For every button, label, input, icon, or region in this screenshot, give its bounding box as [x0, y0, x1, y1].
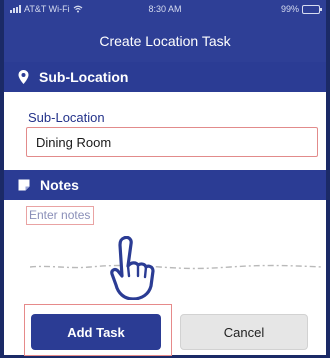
status-time: 8:30 AM	[148, 4, 182, 14]
battery-icon	[302, 4, 322, 14]
add-task-button[interactable]: Add Task	[31, 314, 161, 350]
notes-section-title: Notes	[40, 177, 79, 193]
cancel-button[interactable]: Cancel	[180, 314, 308, 350]
status-bar: AT&T Wi-Fi 8:30 AM 99%	[4, 0, 326, 20]
pointing-hand-icon	[110, 236, 155, 300]
add-task-button-label: Add Task	[67, 324, 125, 340]
sublocation-input-value: Dining Room	[36, 134, 112, 150]
page-title: Create Location Task	[99, 33, 231, 49]
notes-section-header: Notes	[4, 170, 326, 200]
battery-percent: 99%	[280, 4, 299, 14]
notes-placeholder-text: Enter notes	[29, 208, 91, 222]
notes-icon	[18, 179, 30, 191]
frame-right	[326, 0, 330, 358]
sublocation-input[interactable]: Dining Room	[26, 127, 318, 157]
battery-group: 99%	[280, 4, 322, 14]
location-pin-icon	[18, 70, 29, 84]
sublocation-section-title: Sub-Location	[39, 69, 129, 85]
sublocation-field-label: Sub-Location	[28, 110, 105, 125]
sublocation-section-body: Sub-Location Dining Room	[4, 92, 326, 170]
notes-divider	[30, 264, 322, 270]
screen: AT&T Wi-Fi 8:30 AM 99% Create Location T…	[0, 0, 330, 358]
notes-input[interactable]: Enter notes	[26, 206, 95, 225]
cancel-button-label: Cancel	[223, 324, 265, 340]
nav-bar: Create Location Task	[4, 20, 326, 62]
sublocation-section-header: Sub-Location	[4, 62, 326, 92]
